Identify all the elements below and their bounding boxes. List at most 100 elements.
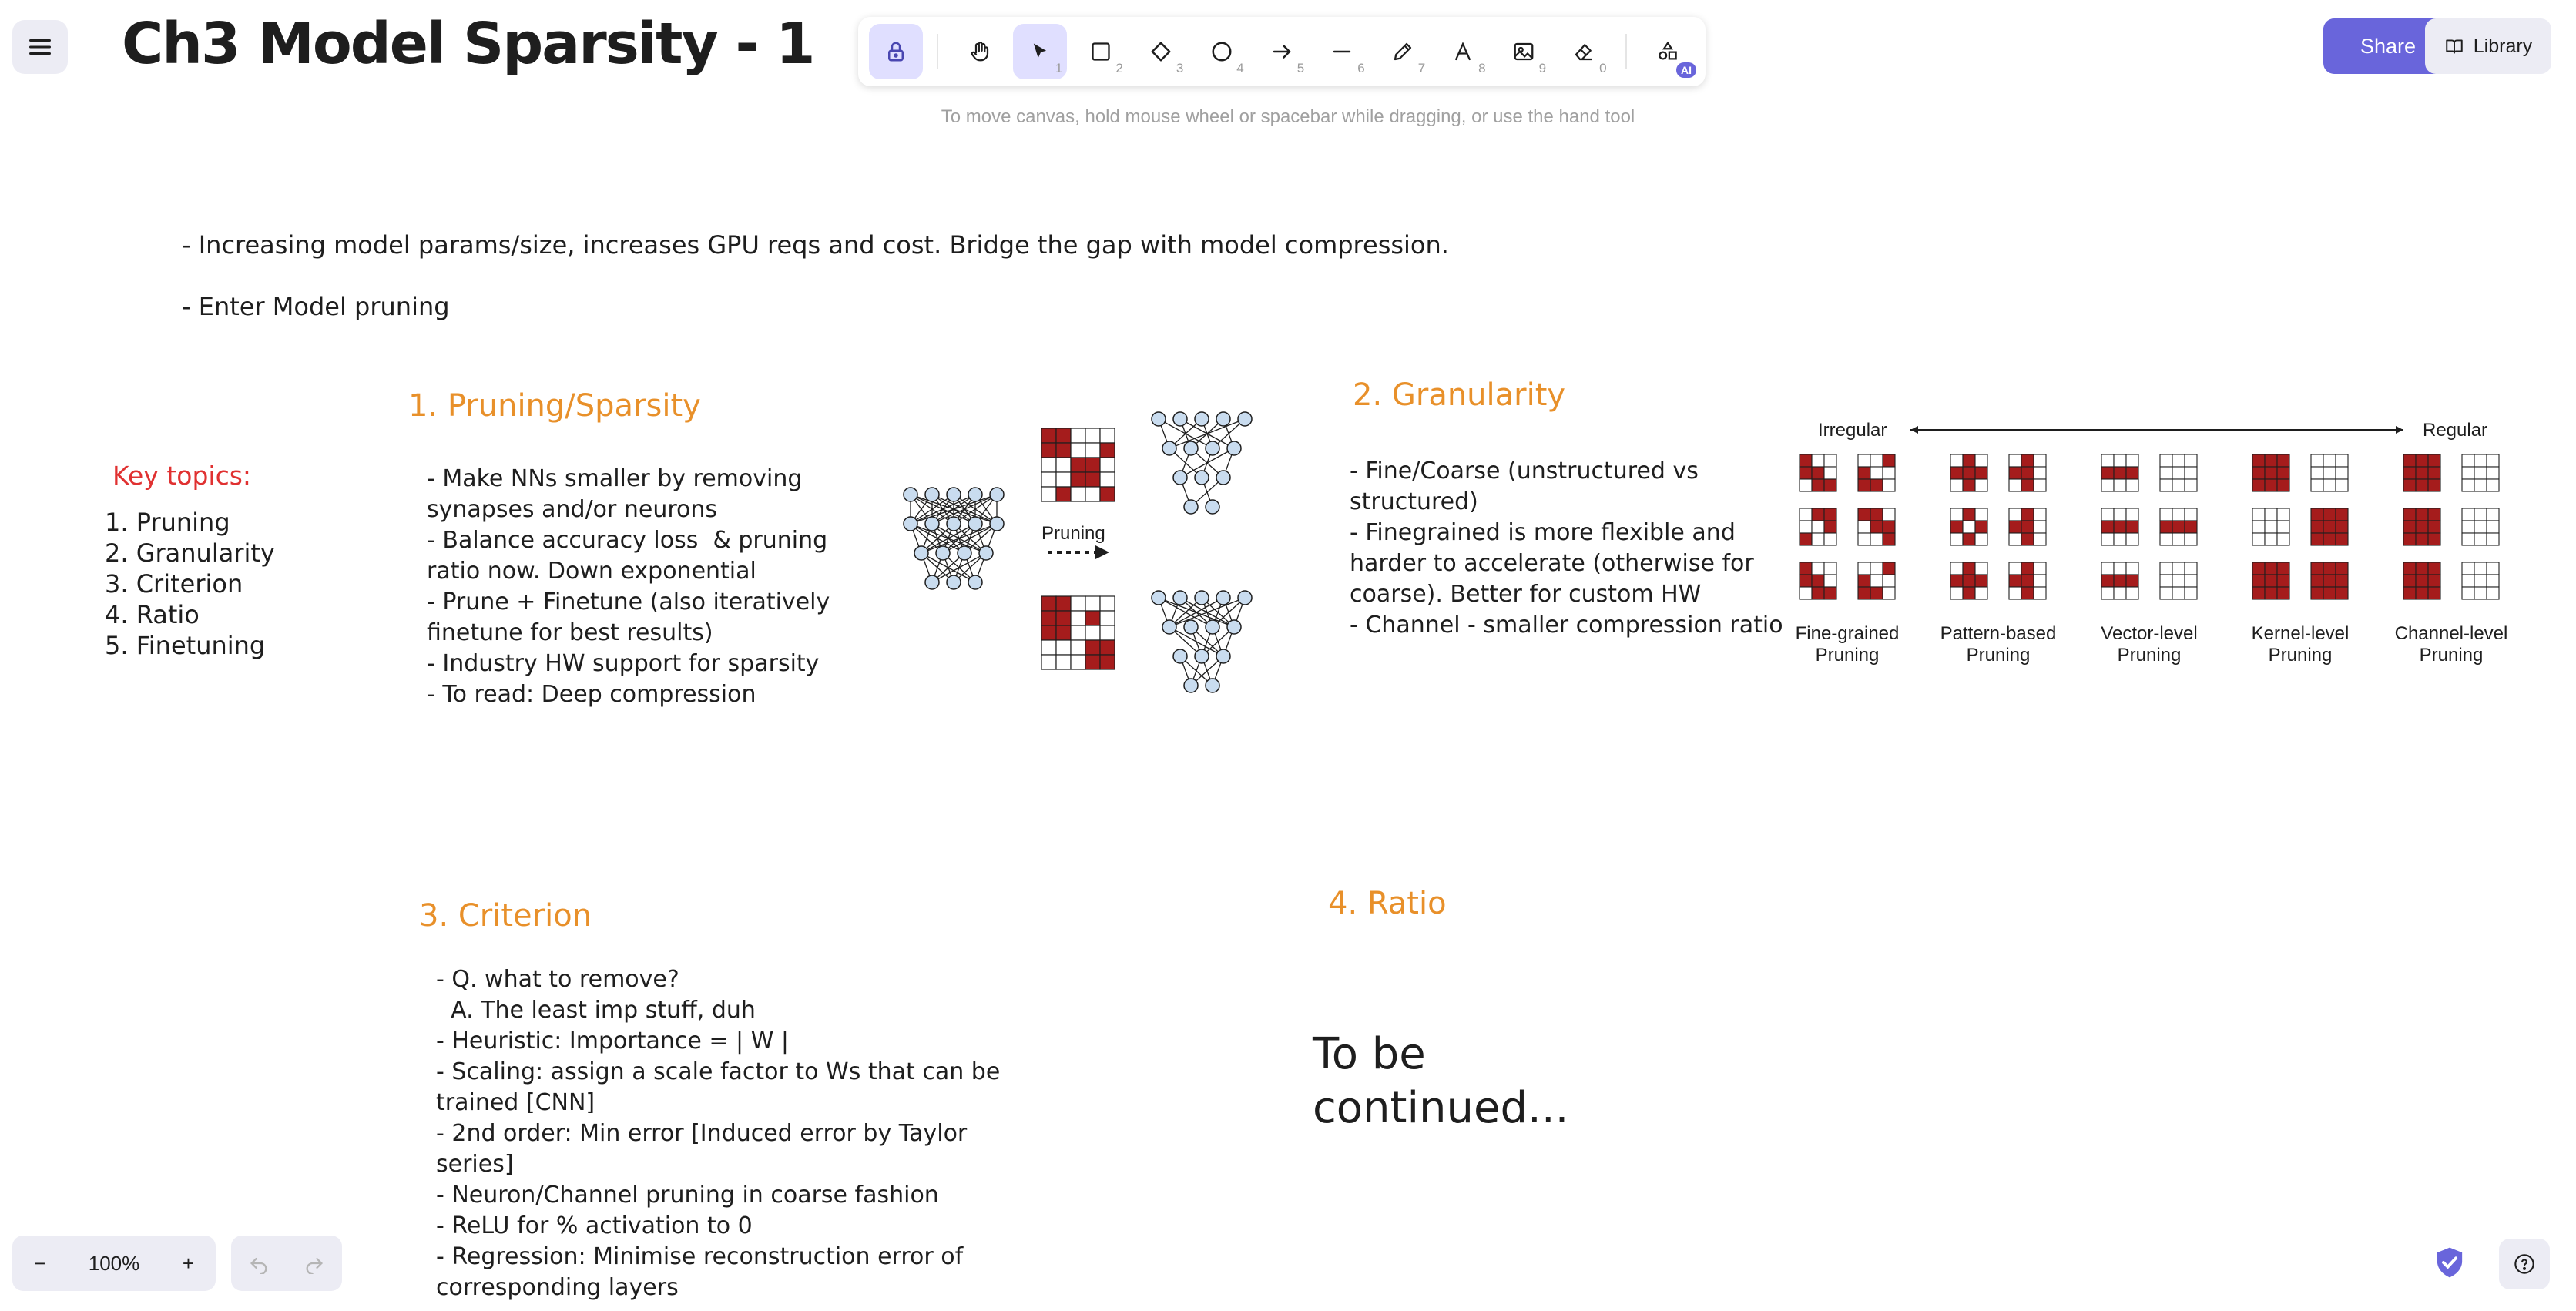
granularity-cell [1974,466,1988,480]
granularity-cell [1823,454,1837,468]
image-tool[interactable]: 9 [1497,24,1551,79]
granularity-cell [2113,562,2127,575]
key-topics-list[interactable]: 1. Pruning 2. Granularity 3. Criterion 4… [105,507,275,661]
more-tools-button[interactable]: AI [1641,24,1696,79]
granularity-cell [2264,562,2278,575]
zoom-level[interactable]: 100% [89,1252,140,1276]
eraser-tool[interactable]: 0 [1557,24,1611,79]
draw-tool[interactable]: 7 [1376,24,1430,79]
matrix-cell [1070,625,1086,641]
granularity-cell [1811,520,1825,534]
granularity-cell [2252,478,2266,492]
granularity-labels: Fine-grainedPruningPattern-basedPruningV… [1796,623,2508,666]
section3-body[interactable]: - Q. what to remove? A. The least imp st… [436,964,1000,1303]
section2-body[interactable]: - Fine/Coarse (unstructured vs structure… [1350,456,1783,641]
to-be-continued-text[interactable]: To be continued... [1313,1028,1568,1135]
shortcut-key: 4 [1236,61,1244,75]
granularity-cell [2403,508,2417,521]
section2-heading[interactable]: 2. Granularity [1353,377,1565,413]
granularity-cell [2310,574,2324,588]
key-topic-item: 1. Pruning [105,508,230,537]
shield-check-icon[interactable] [2434,1246,2465,1279]
undo-redo-controls [231,1236,342,1291]
granularity-cell [2125,562,2139,575]
hamburger-icon [29,39,51,55]
section4-heading[interactable]: 4. Ratio [1328,886,1447,921]
granularity-cell [2113,532,2127,546]
granularity-cell [1962,454,1976,468]
matrix-cell [1070,442,1086,458]
intro-line-2[interactable]: - Enter Model pruning [182,291,450,322]
granularity-cell [2335,586,2349,600]
matrix-cell [1055,471,1072,488]
neuron [1162,441,1177,456]
granularity-cell [2323,520,2336,534]
granularity-cell [2008,478,2022,492]
granularity-cell [2474,574,2487,588]
granularity-cell [2486,574,2500,588]
text-tool[interactable]: 8 [1436,24,1490,79]
selection-tool[interactable]: 1 [1012,24,1068,79]
granularity-cell [2252,466,2266,480]
key-topics-title[interactable]: Key topics: [112,461,251,491]
ellipse-tool[interactable]: 4 [1194,24,1248,79]
granularity-cell [2101,574,2115,588]
pruning-figure[interactable]: Pruning [894,401,1263,724]
zoom-out-button[interactable]: − [25,1252,55,1276]
matrix-cell [1099,428,1115,444]
granularity-cell [2486,508,2500,521]
diamond-tool[interactable]: 3 [1134,24,1188,79]
neuron [1162,619,1177,635]
granularity-cell [1799,454,1813,468]
granularity-cell [1823,586,1837,600]
granularity-cell [2252,574,2266,588]
granularity-label: Pruning [1967,645,2031,666]
granularity-cell [2033,466,2047,480]
lock-tool[interactable] [869,24,924,79]
granularity-cell [1962,574,1976,588]
granularity-cell [2427,520,2441,534]
intro-line-1[interactable]: - Increasing model params/size, increase… [182,230,1449,260]
granularity-cell [2461,508,2475,521]
granularity-cell [2474,586,2487,600]
granularity-cell [2033,520,2047,534]
shortcut-key: 9 [1538,61,1547,75]
matrix-cell [1070,457,1086,473]
section1-body[interactable]: - Make NNs smaller by removing synapses … [427,464,830,710]
granularity-cell [2264,574,2278,588]
pointer-icon [1033,43,1047,59]
zoom-controls: − 100% + [12,1236,216,1291]
granularity-cell [1950,520,1964,534]
granularity-figure[interactable]: Irregular Regular Fine-grainedPruningPat… [1787,416,2527,678]
neuron [903,516,918,531]
neuron [1194,411,1209,427]
help-button[interactable] [2499,1239,2550,1289]
arrow-tool[interactable]: 5 [1255,24,1309,79]
granularity-cell [1870,508,1883,521]
redo-icon[interactable] [304,1252,325,1274]
granularity-cell [2021,454,2034,468]
matrix-cell [1055,457,1072,473]
granularity-label: Pruning [1816,645,1880,666]
granularity-label: Fine-grained [1796,623,1900,644]
granularity-cell [1962,586,1976,600]
rectangle-tool[interactable]: 2 [1073,24,1127,79]
granularity-cell [2021,466,2034,480]
library-button[interactable]: Library [2425,18,2551,74]
granularity-cell [1882,562,1896,575]
hand-tool[interactable] [952,24,1006,79]
granularity-cell [2310,466,2324,480]
granularity-cell [2427,508,2441,521]
page-title[interactable]: Ch3 Model Sparsity - 1 [122,11,815,77]
granularity-cell [2264,478,2278,492]
main-menu-button[interactable] [12,20,68,74]
zoom-in-button[interactable]: + [173,1252,203,1276]
granularity-cell [2125,586,2139,600]
granularity-cell [2415,454,2429,468]
section1-heading[interactable]: 1. Pruning/Sparsity [408,388,701,424]
line-tool[interactable]: 6 [1315,24,1369,79]
granularity-cell [1799,532,1813,546]
undo-icon[interactable] [248,1252,270,1274]
neuron [1216,649,1231,664]
section3-heading[interactable]: 3. Criterion [419,898,592,934]
